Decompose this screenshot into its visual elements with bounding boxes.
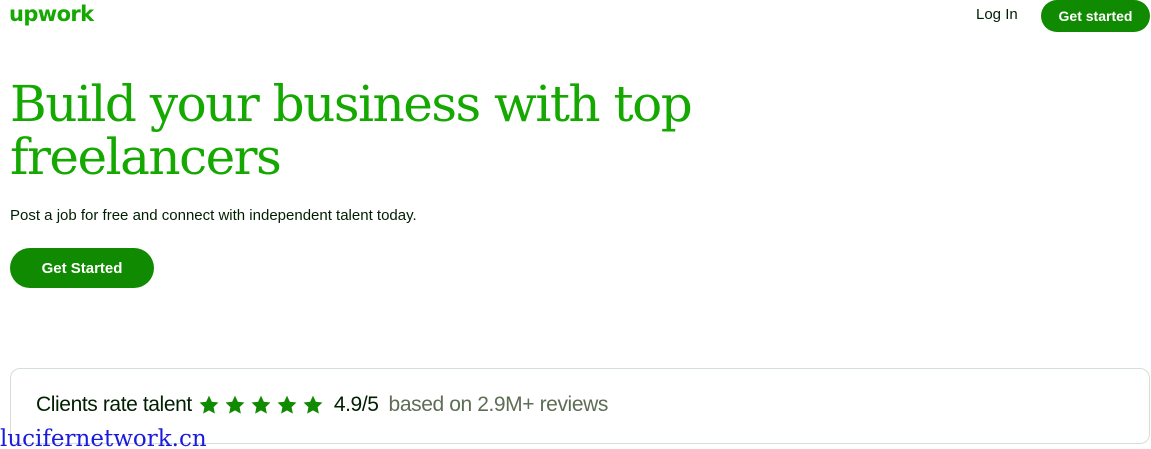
- star-icon: [303, 395, 323, 414]
- page: upwork Log In Get started Build your bus…: [0, 0, 1151, 449]
- star-icon: [251, 395, 271, 414]
- site-header: upwork Log In Get started: [0, 0, 1151, 32]
- header-get-started-button[interactable]: Get started: [1041, 0, 1150, 32]
- hero-title: Build your business with top freelancers: [10, 75, 693, 186]
- rating-score: 4.9/5: [333, 393, 379, 416]
- star-icon: [225, 395, 245, 414]
- star-icon: [199, 395, 219, 414]
- login-link[interactable]: Log In: [976, 5, 1018, 25]
- hero-get-started-button[interactable]: Get Started: [10, 248, 154, 288]
- rating-review-count: based on 2.9M+ reviews: [388, 393, 609, 416]
- rating-row: Clients rate talent 4.9/5 based on 2.9M+…: [36, 393, 608, 417]
- hero-subtitle: Post a job for free and connect with ind…: [10, 207, 417, 224]
- star-icon: [277, 395, 297, 414]
- watermark-text: lucifernetwork.cn: [0, 426, 207, 449]
- rating-label: Clients rate talent: [36, 393, 192, 416]
- upwork-logo[interactable]: upwork: [9, 2, 94, 26]
- rating-stars: [198, 394, 328, 416]
